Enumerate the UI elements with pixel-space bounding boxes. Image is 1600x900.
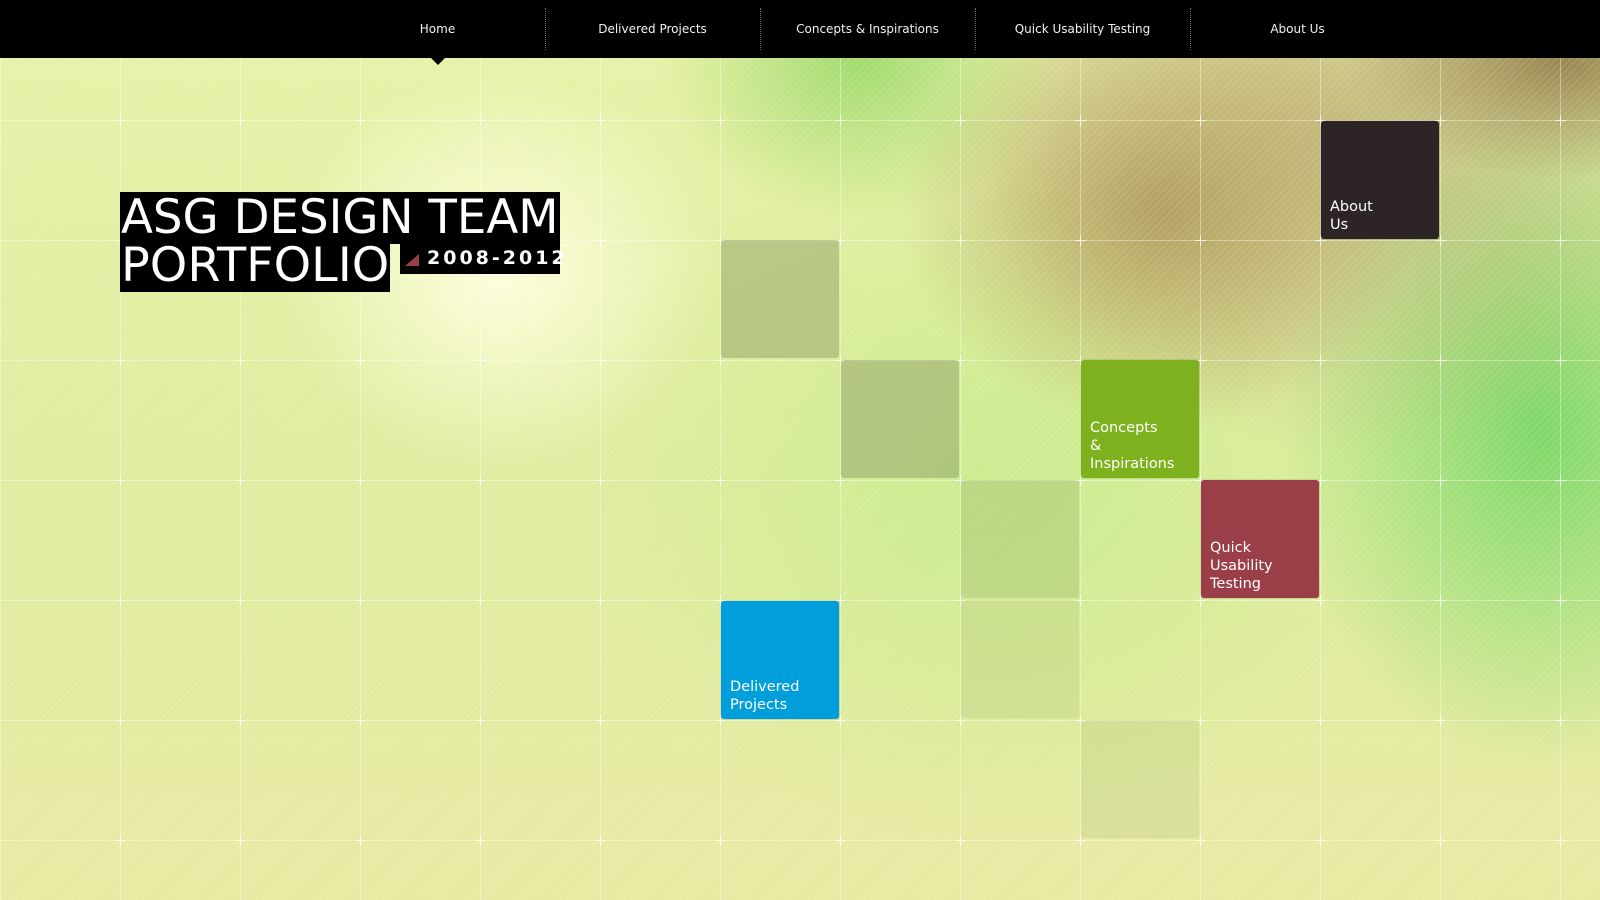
decorative-tile [841,360,959,478]
tile-delivered-projects-label: Delivered Projects [730,679,800,713]
tile-delivered-projects[interactable]: Delivered Projects [721,601,839,719]
nav-items: Home Delivered Projects Concepts & Inspi… [330,0,1405,65]
tile-quick-usability-testing[interactable]: Quick Usability Testing [1201,480,1319,598]
hero-title-line-1: ASG DESIGN TEAM [120,190,560,245]
nav-item-delivered-projects[interactable]: Delivered Projects [545,0,760,58]
hero-years: 2008-2012 [427,247,568,269]
nav-item-quick-usability-testing[interactable]: Quick Usability Testing [975,0,1190,58]
top-navigation: Home Delivered Projects Concepts & Inspi… [0,0,1600,65]
decorative-tile [961,480,1079,598]
nav-item-about-us[interactable]: About Us [1190,0,1405,58]
decorative-tile [1081,720,1199,838]
hero-title-line-2: PORTFOLIO [120,238,391,293]
tile-quick-usability-testing-label: Quick Usability Testing [1210,540,1273,592]
tile-concepts-inspirations-label: Concepts & Inspirations [1090,420,1175,472]
tile-about-us-label: About Us [1330,199,1373,233]
tile-concepts-inspirations[interactable]: Concepts & Inspirations [1081,360,1199,478]
tile-about-us[interactable]: About Us [1321,121,1439,239]
decorative-tile [961,600,1079,718]
portfolio-page: Home Delivered Projects Concepts & Inspi… [0,0,1600,900]
accent-triangle-icon [405,254,419,266]
decorative-tile [721,240,839,358]
nav-item-concepts-inspirations[interactable]: Concepts & Inspirations [760,0,975,58]
nav-item-home[interactable]: Home [330,0,545,65]
